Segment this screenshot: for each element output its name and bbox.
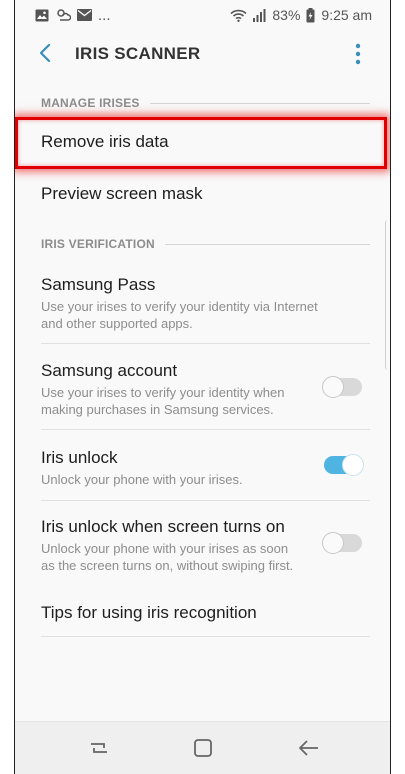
section-header-label: MANAGE IRISES xyxy=(41,96,140,110)
item-subtitle: Unlock your phone with your irises. xyxy=(41,471,364,488)
item-divider xyxy=(41,636,370,637)
section-header-label: IRIS VERIFICATION xyxy=(41,237,155,251)
item-subtitle: Use your irises to verify your identity … xyxy=(41,384,364,418)
item-subtitle-line: making purchases in Samsung services. xyxy=(41,402,274,417)
battery-icon xyxy=(306,7,315,23)
toggle-knob xyxy=(322,376,344,398)
item-subtitle-line: Use your irises to verify your identity … xyxy=(41,385,285,400)
section-header-manage-irises: MANAGE IRISES xyxy=(41,94,370,112)
samsung-account-toggle[interactable] xyxy=(322,376,362,398)
app-bar: IRIS SCANNER xyxy=(15,30,390,76)
scrollbar[interactable] xyxy=(385,220,390,370)
item-divider xyxy=(41,500,370,501)
item-title: Remove iris data xyxy=(41,132,169,151)
item-subtitle-line: as the screen turns on, without swiping … xyxy=(41,558,294,573)
item-title: Samsung Pass xyxy=(41,275,156,294)
tips-iris-recognition-item[interactable]: Tips for using iris recognition xyxy=(15,603,390,623)
item-title: Tips for using iris recognition xyxy=(41,603,257,622)
status-left: ... xyxy=(35,7,111,24)
item-subtitle-line: Use your irises to verify your identity … xyxy=(41,299,318,314)
status-bar: ... 83% 9:25 am xyxy=(15,0,390,30)
section-divider xyxy=(164,243,370,245)
item-subtitle-line: Unlock your phone with your irises as so… xyxy=(41,541,289,556)
item-title: Iris unlock when screen turns on xyxy=(41,517,285,536)
item-title: Samsung account xyxy=(41,361,178,380)
toggle-knob xyxy=(342,454,364,476)
page-title: IRIS SCANNER xyxy=(75,44,201,63)
item-subtitle-line: and other supported apps. xyxy=(41,316,193,331)
back-arrow-icon[interactable] xyxy=(35,42,57,64)
navigation-bar xyxy=(15,721,390,774)
item-subtitle: Unlock your phone with your irises as so… xyxy=(41,540,364,574)
item-title: Preview screen mask xyxy=(41,184,203,203)
section-divider xyxy=(149,102,370,104)
more-options-icon[interactable] xyxy=(348,42,368,66)
toggle-knob xyxy=(322,532,344,554)
item-divider xyxy=(41,429,370,430)
item-subtitle-line: Unlock your phone with your irises. xyxy=(41,472,243,487)
item-title: Iris unlock xyxy=(41,448,118,467)
clock: 9:25 am xyxy=(321,7,372,23)
phone-screen: ... 83% 9:25 am IRIS SCANNER MANAGE IRIS… xyxy=(14,0,391,774)
gallery-icon xyxy=(35,9,49,22)
home-icon[interactable] xyxy=(191,736,215,760)
wifi-icon xyxy=(230,9,247,22)
weather-icon xyxy=(55,8,71,22)
recent-apps-icon[interactable] xyxy=(87,736,111,760)
mail-icon xyxy=(77,9,92,21)
iris-unlock-screen-on-toggle[interactable] xyxy=(322,532,362,554)
section-header-iris-verification: IRIS VERIFICATION xyxy=(41,235,370,253)
preview-screen-mask-item[interactable]: Preview screen mask xyxy=(15,184,390,204)
item-divider xyxy=(41,343,370,344)
status-right: 83% 9:25 am xyxy=(230,7,372,23)
signal-icon xyxy=(253,8,266,22)
samsung-pass-item[interactable]: Samsung Pass Use your irises to verify y… xyxy=(15,275,390,332)
remove-iris-data-item[interactable]: Remove iris data xyxy=(15,132,390,152)
item-subtitle: Use your irises to verify your identity … xyxy=(41,298,364,332)
battery-percent: 83% xyxy=(272,7,301,23)
iris-unlock-toggle[interactable] xyxy=(324,454,364,476)
back-icon[interactable] xyxy=(297,736,321,760)
more-notifications: ... xyxy=(98,6,111,24)
